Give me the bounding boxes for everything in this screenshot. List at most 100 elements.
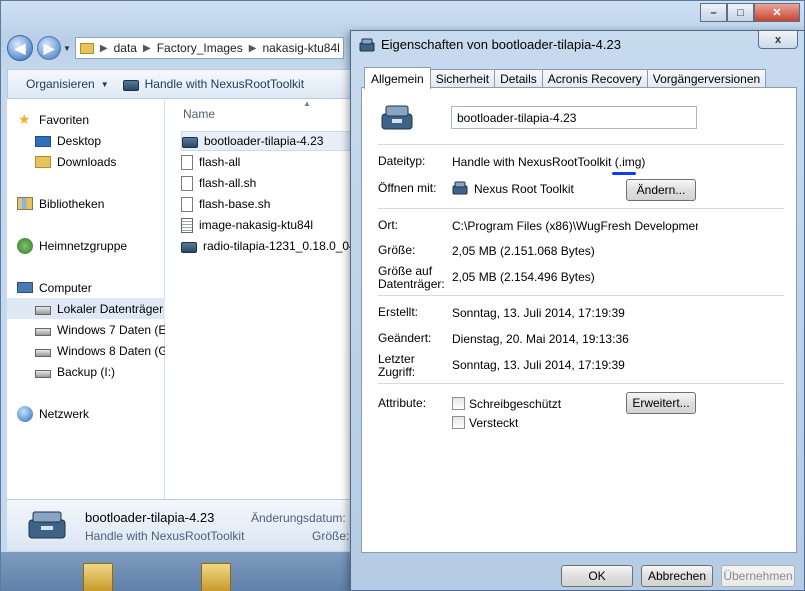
nav-homegroup[interactable]: Heimnetzgruppe — [17, 235, 175, 256]
nav-label: Lokaler Datenträger — [57, 301, 164, 316]
library-icon — [17, 197, 33, 210]
file-row[interactable]: bootloader-tilapia-4.23 — [181, 131, 353, 151]
desktop-folder-icon[interactable] — [83, 563, 113, 591]
nav-local-disk[interactable]: Lokaler Datenträger — [7, 298, 165, 319]
nav-label: Favoriten — [39, 112, 90, 127]
organize-label: Organisieren — [26, 77, 95, 91]
readonly-checkbox[interactable] — [452, 397, 465, 410]
tab-acronis-recovery[interactable]: Acronis Recovery — [541, 69, 648, 88]
column-header-label: Name — [183, 107, 216, 121]
tab-previous-versions[interactable]: Vorgängerversionen — [646, 69, 767, 88]
minimize-button[interactable]: – — [700, 3, 727, 22]
tab-general[interactable]: Allgemein — [364, 67, 431, 89]
nav-computer[interactable]: Computer — [17, 277, 175, 298]
divider — [378, 383, 784, 384]
hidden-label[interactable]: Versteckt — [469, 416, 518, 430]
desktop-folder-icon[interactable] — [201, 563, 231, 591]
folder-icon — [79, 42, 94, 54]
button-label: Übernehmen — [723, 569, 793, 583]
file-name-field[interactable]: bootloader-tilapia-4.23 — [451, 106, 697, 129]
open-with-value: Nexus Root Toolkit — [474, 182, 574, 196]
file-row[interactable]: flash-all — [181, 152, 353, 172]
breadcrumb-separator-icon[interactable]: ▶ — [249, 43, 257, 54]
tab-security[interactable]: Sicherheit — [429, 69, 496, 88]
organize-menu[interactable]: Organisieren ▼ — [26, 77, 109, 91]
maximize-button[interactable]: □ — [727, 3, 754, 22]
nav-network[interactable]: Netzwerk — [17, 403, 175, 424]
file-name: flash-base.sh — [199, 197, 271, 211]
nav-label: Downloads — [57, 154, 117, 169]
open-with-button[interactable]: Handle with NexusRootToolkit — [122, 77, 305, 91]
divider — [378, 144, 784, 145]
recent-pages-dropdown-icon[interactable]: ▼ — [63, 44, 71, 53]
advanced-button[interactable]: Erweitert... — [626, 392, 696, 414]
button-label: Ändern... — [636, 183, 686, 197]
nav-label: Desktop — [57, 133, 102, 148]
breadcrumb-separator-icon[interactable]: ▶ — [100, 43, 108, 54]
computer-icon — [17, 282, 33, 293]
back-button[interactable]: ◀ — [7, 35, 33, 61]
details-file-name: bootloader-tilapia-4.23 — [85, 510, 215, 525]
divider — [378, 208, 784, 209]
file-row[interactable]: radio-tilapia-1231_0.18.0_04 — [181, 236, 353, 256]
button-label: Erweitert... — [632, 396, 690, 410]
file-type-label: Dateityp: — [378, 154, 426, 168]
breadcrumb-item[interactable]: nakasig-ktu84l — [262, 41, 339, 55]
close-button[interactable]: x — [758, 31, 798, 49]
nav-label: Windows 7 Daten (E — [57, 322, 167, 337]
document-icon — [181, 154, 193, 170]
window-caption-buttons: – □ ✕ — [700, 3, 800, 22]
toolbox-icon — [122, 80, 139, 91]
tab-details[interactable]: Details — [494, 69, 543, 88]
readonly-label[interactable]: Schreibgeschützt — [469, 397, 561, 411]
dialog-title-bar[interactable]: Eigenschaften von bootloader-tilapia-4.2… — [359, 37, 621, 52]
breadcrumb-item[interactable]: Factory_Images — [157, 41, 243, 55]
size-on-disk-value: 2,05 MB (2.154.496 Bytes) — [452, 270, 595, 284]
nav-label: Windows 8 Daten (G — [57, 343, 168, 358]
file-type-value: Handle with NexusRootToolkit (.img) — [452, 155, 646, 169]
forward-button[interactable]: ▶ — [37, 36, 61, 60]
desktop-icon — [35, 136, 51, 147]
document-icon — [181, 196, 193, 212]
toolbox-icon — [182, 137, 198, 148]
downloads-folder-icon — [35, 155, 51, 168]
file-row[interactable]: flash-all.sh — [181, 173, 353, 193]
ok-button[interactable]: OK — [561, 565, 633, 587]
breadcrumb-item[interactable]: data — [114, 41, 137, 55]
toolbox-icon — [181, 242, 197, 253]
created-label: Erstellt: — [378, 305, 419, 319]
file-row[interactable]: image-nakasig-ktu84l — [181, 215, 353, 235]
breadcrumb-separator-icon[interactable]: ▶ — [143, 43, 151, 54]
archive-icon — [181, 217, 193, 233]
size-value: 2,05 MB (2.151.068 Bytes) — [452, 244, 595, 258]
general-tab-panel: bootloader-tilapia-4.23 Dateityp: Handle… — [361, 87, 797, 553]
details-date-label: Änderungsdatum: — [251, 511, 346, 525]
change-button[interactable]: Ändern... — [626, 179, 696, 201]
nav-favorites[interactable]: Favoriten — [17, 109, 175, 130]
created-value: Sonntag, 13. Juli 2014, 17:19:39 — [452, 306, 625, 320]
tab-label: Vorgängerversionen — [652, 72, 761, 86]
file-row[interactable]: flash-base.sh — [181, 194, 353, 214]
open-with-label: Handle with NexusRootToolkit — [144, 77, 305, 91]
column-header-name[interactable]: Name — [183, 107, 215, 121]
apply-button[interactable]: Übernehmen — [721, 565, 795, 587]
address-bar[interactable]: ▶ data ▶ Factory_Images ▶ nakasig-ktu84l — [74, 37, 344, 59]
tab-label: Details — [500, 72, 537, 86]
hard-drive-icon — [35, 369, 51, 378]
divider — [378, 295, 784, 296]
toolbox-icon — [359, 38, 375, 51]
close-button[interactable]: ✕ — [754, 3, 800, 22]
details-pane: bootloader-tilapia-4.23 Handle with Nexu… — [7, 499, 351, 551]
hidden-checkbox[interactable] — [452, 416, 465, 429]
properties-dialog: Eigenschaften von bootloader-tilapia-4.2… — [350, 30, 805, 591]
tab-strip: Allgemein Sicherheit Details Acronis Rec… — [364, 67, 767, 89]
details-size-label: Größe: — [312, 529, 350, 543]
last-accessed-label: Letzter Zugriff: — [378, 352, 416, 379]
nav-libraries[interactable]: Bibliotheken — [17, 193, 175, 214]
size-label: Größe: — [378, 243, 416, 257]
toolbox-icon — [452, 181, 468, 195]
dialog-title: Eigenschaften von bootloader-tilapia-4.2… — [381, 37, 621, 52]
toolbox-icon — [381, 105, 413, 130]
cancel-button[interactable]: Abbrechen — [641, 565, 713, 587]
file-name: bootloader-tilapia-4.23 — [204, 134, 324, 148]
